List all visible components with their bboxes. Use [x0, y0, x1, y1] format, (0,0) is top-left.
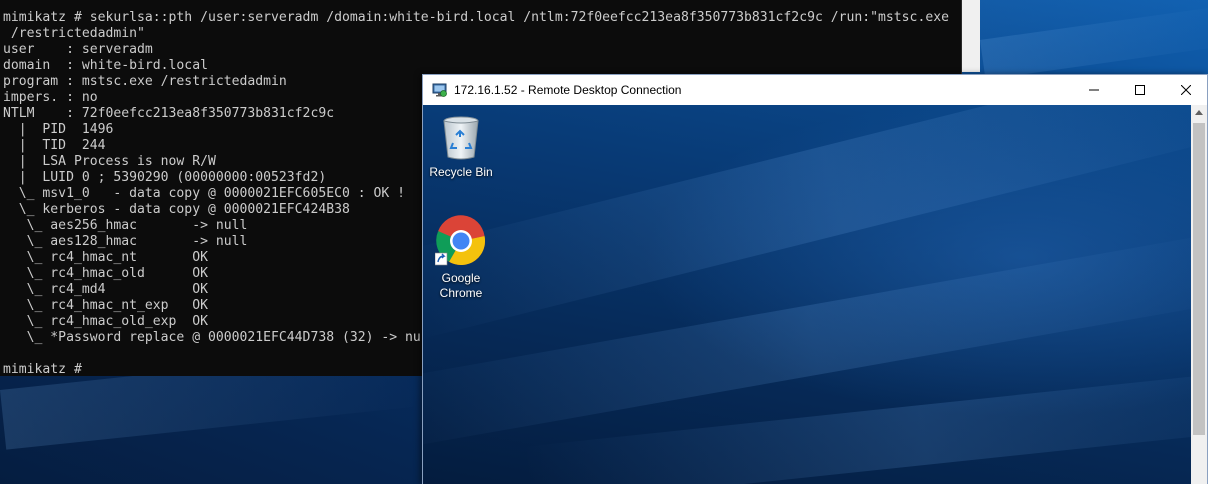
console-line: domain : white-bird.local — [3, 58, 208, 73]
chrome-label-line1: Google — [441, 271, 481, 285]
close-button[interactable] — [1163, 75, 1208, 105]
rdp-titlebar[interactable]: 172.16.1.52 - Remote Desktop Connection — [423, 75, 1207, 105]
console-line: /restrictedadmin" — [3, 26, 145, 41]
console-scrollbar[interactable] — [962, 0, 980, 72]
minimize-button[interactable] — [1071, 75, 1117, 105]
maximize-button[interactable] — [1117, 75, 1163, 105]
recycle-bin-label: Recycle Bin — [429, 165, 493, 179]
minimize-icon — [1089, 89, 1099, 91]
remote-desktop-area[interactable]: Recycle Bin Google Chrome — [423, 105, 1191, 484]
host-desktop: mimikatz # sekurlsa::pth /user:serveradm… — [0, 0, 1208, 484]
wallpaper-beam — [980, 3, 1208, 80]
close-icon — [1181, 85, 1191, 95]
console-line: user : serveradm — [3, 42, 153, 57]
chrome-label-line2: Chrome — [439, 286, 483, 300]
chrome-icon — [435, 215, 486, 266]
rdp-window[interactable]: 172.16.1.52 - Remote Desktop Connection — [422, 74, 1208, 484]
recycle-bin-icon — [443, 116, 479, 160]
scroll-up-arrow-icon[interactable] — [1195, 110, 1203, 115]
recycle-bin-shortcut[interactable]: Recycle Bin — [423, 115, 499, 180]
console-line: mimikatz # sekurlsa::pth /user:serveradm… — [3, 10, 949, 25]
rdp-scrollbar[interactable] — [1191, 105, 1207, 484]
remote-desktop-icon — [432, 82, 448, 98]
rdp-title: 172.16.1.52 - Remote Desktop Connection — [454, 83, 682, 97]
maximize-icon — [1135, 85, 1145, 95]
scrollbar-thumb[interactable] — [1193, 123, 1205, 435]
chrome-shortcut[interactable]: Google Chrome — [423, 215, 499, 301]
